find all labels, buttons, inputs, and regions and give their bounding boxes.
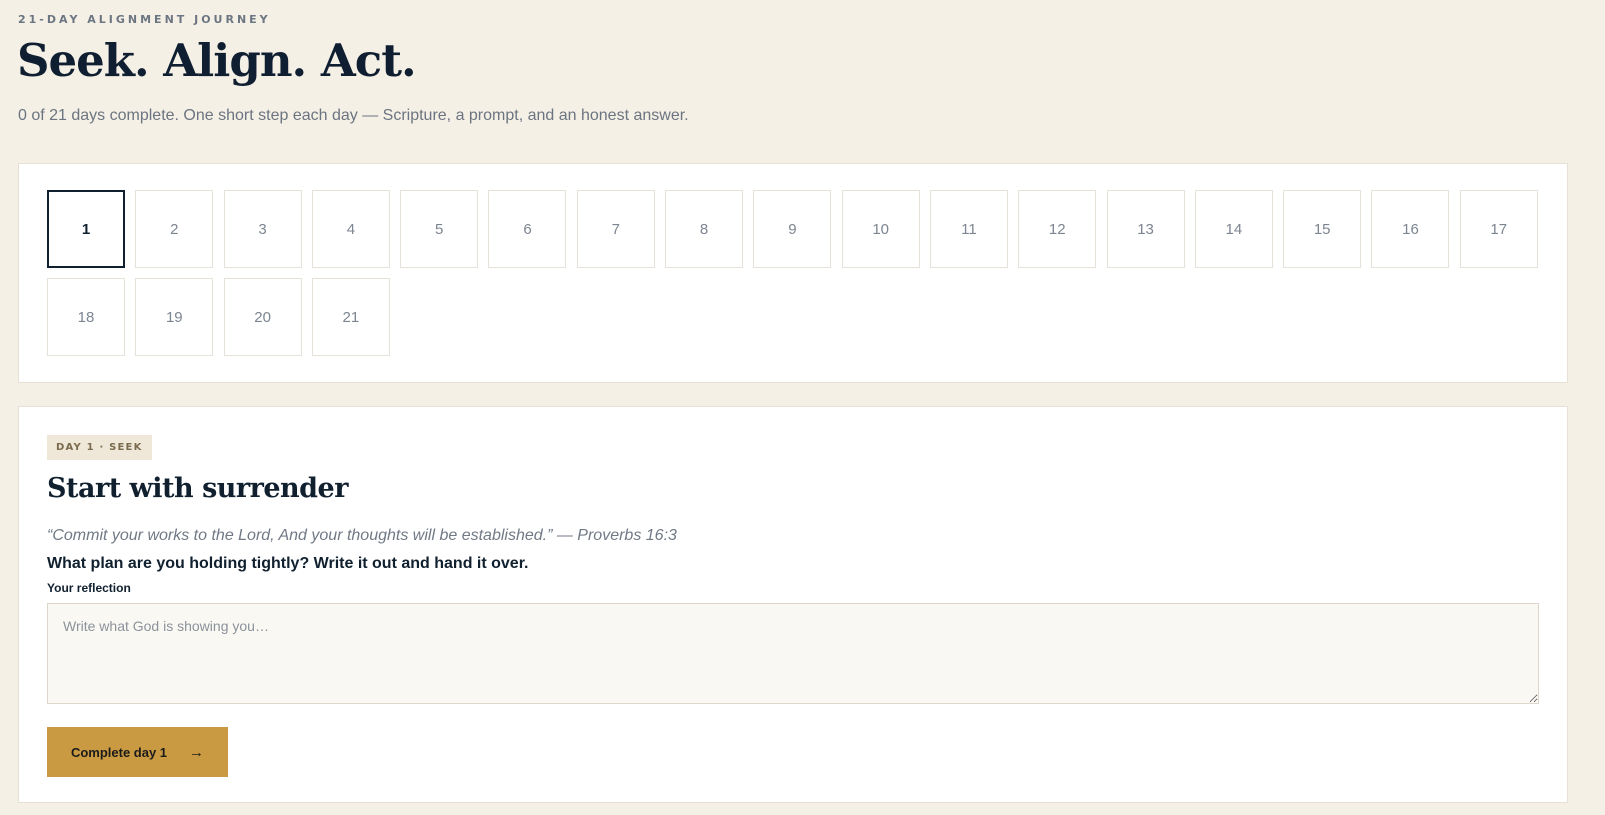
day-button-14[interactable]: 14 [1194,190,1273,268]
reflection-input[interactable] [47,603,1539,704]
day-button-6[interactable]: 6 [488,190,567,268]
day-button-20[interactable]: 20 [223,278,302,356]
day-button-5[interactable]: 5 [400,190,479,268]
day-button-1[interactable]: 1 [47,190,125,268]
progress-summary: 0 of 21 days complete. One short step ea… [18,107,689,124]
day-button-7[interactable]: 7 [576,190,655,268]
day-grid: 1 2 3 4 5 6 7 8 9 10 11 12 13 14 15 16 17 18 19 20 21 [47,190,1538,356]
day-button-21[interactable]: 21 [311,278,390,356]
complete-day-button-label: Complete day 1 [70,744,168,760]
complete-day-button[interactable]: Complete day 1 → [47,727,228,777]
day-button-12[interactable]: 12 [1018,190,1097,268]
reflection-prompt: What plan are you holding tightly? Write… [47,555,529,572]
day-title: Start with surrender [47,473,348,504]
reflection-label: Your reflection [47,581,131,595]
day-button-11[interactable]: 11 [929,190,1008,268]
scripture-quote: “Commit your works to the Lord, And your… [47,527,677,544]
day-button-9[interactable]: 9 [753,190,832,268]
day-button-15[interactable]: 15 [1283,190,1362,268]
day-button-2[interactable]: 2 [135,190,214,268]
eyebrow-label: 21-DAY ALIGNMENT JOURNEY [18,13,271,26]
page-title: Seek. Align. Act. [17,34,417,87]
day-selector-card: 1 2 3 4 5 6 7 8 9 10 11 12 13 14 15 16 17 18 19 20 21 [18,163,1568,383]
day-button-19[interactable]: 19 [135,278,214,356]
day-tag: DAY 1 · SEEK [47,435,152,460]
journey-page: 21-DAY ALIGNMENT JOURNEY Seek. Align. Ac… [0,0,1605,815]
day-button-3[interactable]: 3 [223,190,302,268]
day-button-18[interactable]: 18 [47,278,125,356]
day-button-16[interactable]: 16 [1371,190,1450,268]
arrow-right-icon: → [189,743,205,761]
day-button-13[interactable]: 13 [1106,190,1185,268]
day-detail-card: DAY 1 · SEEK Start with surrender “Commi… [18,406,1568,803]
day-button-10[interactable]: 10 [841,190,920,268]
day-button-8[interactable]: 8 [665,190,744,268]
day-button-4[interactable]: 4 [311,190,390,268]
day-button-17[interactable]: 17 [1459,190,1538,268]
